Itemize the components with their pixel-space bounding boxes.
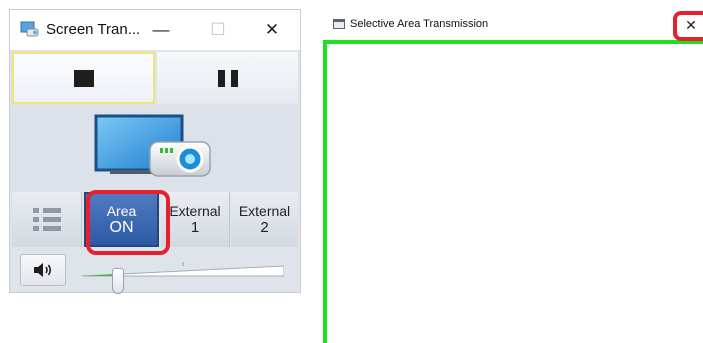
speaker-icon xyxy=(34,263,52,277)
selection-area-frame xyxy=(323,40,703,343)
selective-title-bar: Selective Area Transmission ✕ xyxy=(323,9,703,40)
projector-status-area xyxy=(12,106,298,192)
external-1-button[interactable]: External 1 xyxy=(161,192,230,247)
minimize-button[interactable]: — xyxy=(143,16,179,44)
volume-row xyxy=(12,250,298,294)
transport-controls xyxy=(12,52,298,104)
projector-icon xyxy=(94,114,211,177)
list-mode-button[interactable] xyxy=(12,192,82,247)
screen-transmission-window: Screen Tran... — ☐ ✕ Area ON External 1 … xyxy=(9,9,301,294)
maximize-button[interactable]: ☐ xyxy=(200,16,236,44)
list-icon xyxy=(32,208,61,231)
title-bar: Screen Tran... — ☐ ✕ xyxy=(10,10,300,50)
volume-slider-thumb[interactable] xyxy=(112,268,124,294)
selective-window-title: Selective Area Transmission xyxy=(350,18,489,30)
close-button-highlight xyxy=(673,11,703,41)
mute-button[interactable] xyxy=(20,254,66,286)
window-icon xyxy=(333,19,345,29)
stop-icon xyxy=(73,69,94,87)
close-button[interactable]: ✕ xyxy=(254,16,290,44)
window-title: Screen Tran... xyxy=(46,21,141,38)
external-2-label: External xyxy=(238,203,291,219)
area-button-highlight xyxy=(86,190,170,255)
stop-button[interactable] xyxy=(12,52,155,104)
pause-icon xyxy=(217,69,238,87)
external-1-number: 1 xyxy=(190,219,200,236)
app-icon xyxy=(20,21,39,37)
pause-button[interactable] xyxy=(157,52,298,104)
external-2-number: 2 xyxy=(260,219,269,236)
volume-slider[interactable] xyxy=(82,262,284,294)
external-2-button[interactable]: External 2 xyxy=(231,192,298,247)
external-1-label: External xyxy=(169,203,221,219)
